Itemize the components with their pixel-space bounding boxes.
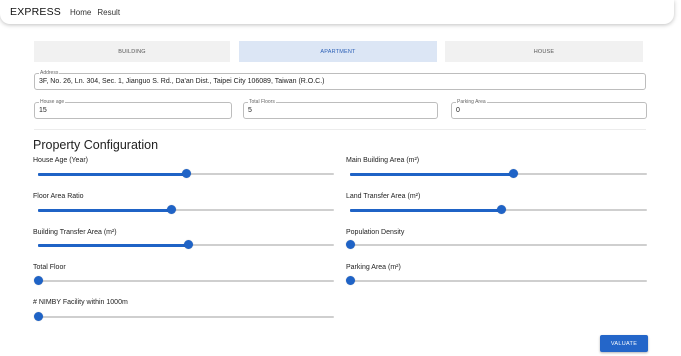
tab-house[interactable]: HOUSE: [445, 41, 643, 62]
parking-area-label: Parking Area: [456, 99, 487, 105]
parking-area-field[interactable]: Parking Area 0: [451, 99, 647, 119]
population-density-slider[interactable]: [345, 240, 647, 250]
slider-thumb[interactable]: [345, 276, 355, 285]
house-age-value: 15: [39, 107, 47, 114]
slider-label: Floor Area Ratio: [33, 193, 84, 200]
slider-rail: [38, 280, 334, 282]
tab-building[interactable]: BUILDING: [34, 41, 230, 62]
nav-result-link[interactable]: Result: [97, 8, 120, 17]
total-floor-slider[interactable]: [33, 276, 334, 286]
slider-label: Population Density: [346, 229, 405, 236]
address-value: 3F, No. 26, Ln. 304, Sec. 1, Jianguo S. …: [39, 78, 325, 85]
tab-apartment[interactable]: APARTMENT: [239, 41, 437, 62]
house-age-field[interactable]: House age 15: [34, 99, 232, 119]
address-label: Address: [39, 70, 60, 76]
slider-thumb[interactable]: [508, 169, 518, 178]
slider-thumb[interactable]: [184, 240, 194, 249]
slider-thumb[interactable]: [33, 276, 43, 285]
section-divider: [34, 129, 646, 130]
slider-track: [350, 172, 514, 176]
page-title: Property Configuration: [33, 138, 159, 152]
parking-area-value: 0: [456, 107, 460, 114]
slider-label: Total Floor: [33, 264, 66, 271]
parking-area-slider[interactable]: [345, 276, 647, 286]
nimby-facility-slider[interactable]: [33, 312, 334, 322]
house-age-label: House age: [39, 99, 66, 105]
slider-thumb[interactable]: [345, 240, 355, 249]
slider-label: Land Transfer Area (m²): [346, 193, 421, 200]
slider-thumb[interactable]: [33, 312, 43, 321]
slider-label: Parking Area (m²): [346, 264, 401, 271]
main-building-area-slider[interactable]: [350, 169, 647, 179]
brand-logo[interactable]: EXPRESS: [10, 6, 61, 18]
land-transfer-area-slider[interactable]: [350, 205, 647, 215]
building-transfer-area-slider[interactable]: [38, 240, 334, 250]
nav-home-link[interactable]: Home: [70, 8, 91, 17]
slider-track: [38, 208, 172, 212]
total-floors-value: 5: [248, 107, 252, 114]
slider-track: [38, 172, 186, 176]
floor-area-ratio-slider[interactable]: [38, 205, 334, 215]
app-bar: EXPRESS Home Result: [0, 0, 674, 24]
address-field[interactable]: Address 3F, No. 26, Ln. 304, Sec. 1, Jia…: [34, 70, 646, 90]
total-floors-label: Total Floors: [248, 99, 276, 105]
slider-label: # NIMBY Facility within 1000m: [33, 299, 128, 306]
valuate-button[interactable]: VALUATE: [600, 335, 648, 352]
slider-rail: [38, 316, 334, 318]
slider-thumb[interactable]: [181, 169, 191, 178]
total-floors-field[interactable]: Total Floors 5: [243, 99, 438, 119]
slider-label: House Age (Year): [33, 157, 88, 164]
slider-track: [38, 243, 189, 247]
slider-thumb[interactable]: [496, 205, 506, 214]
house-age-slider[interactable]: [38, 169, 334, 179]
slider-track: [350, 208, 502, 212]
slider-thumb[interactable]: [166, 205, 176, 214]
slider-rail: [350, 244, 647, 246]
slider-label: Building Transfer Area (m²): [33, 229, 117, 236]
slider-label: Main Building Area (m²): [346, 157, 420, 164]
slider-rail: [350, 280, 647, 282]
